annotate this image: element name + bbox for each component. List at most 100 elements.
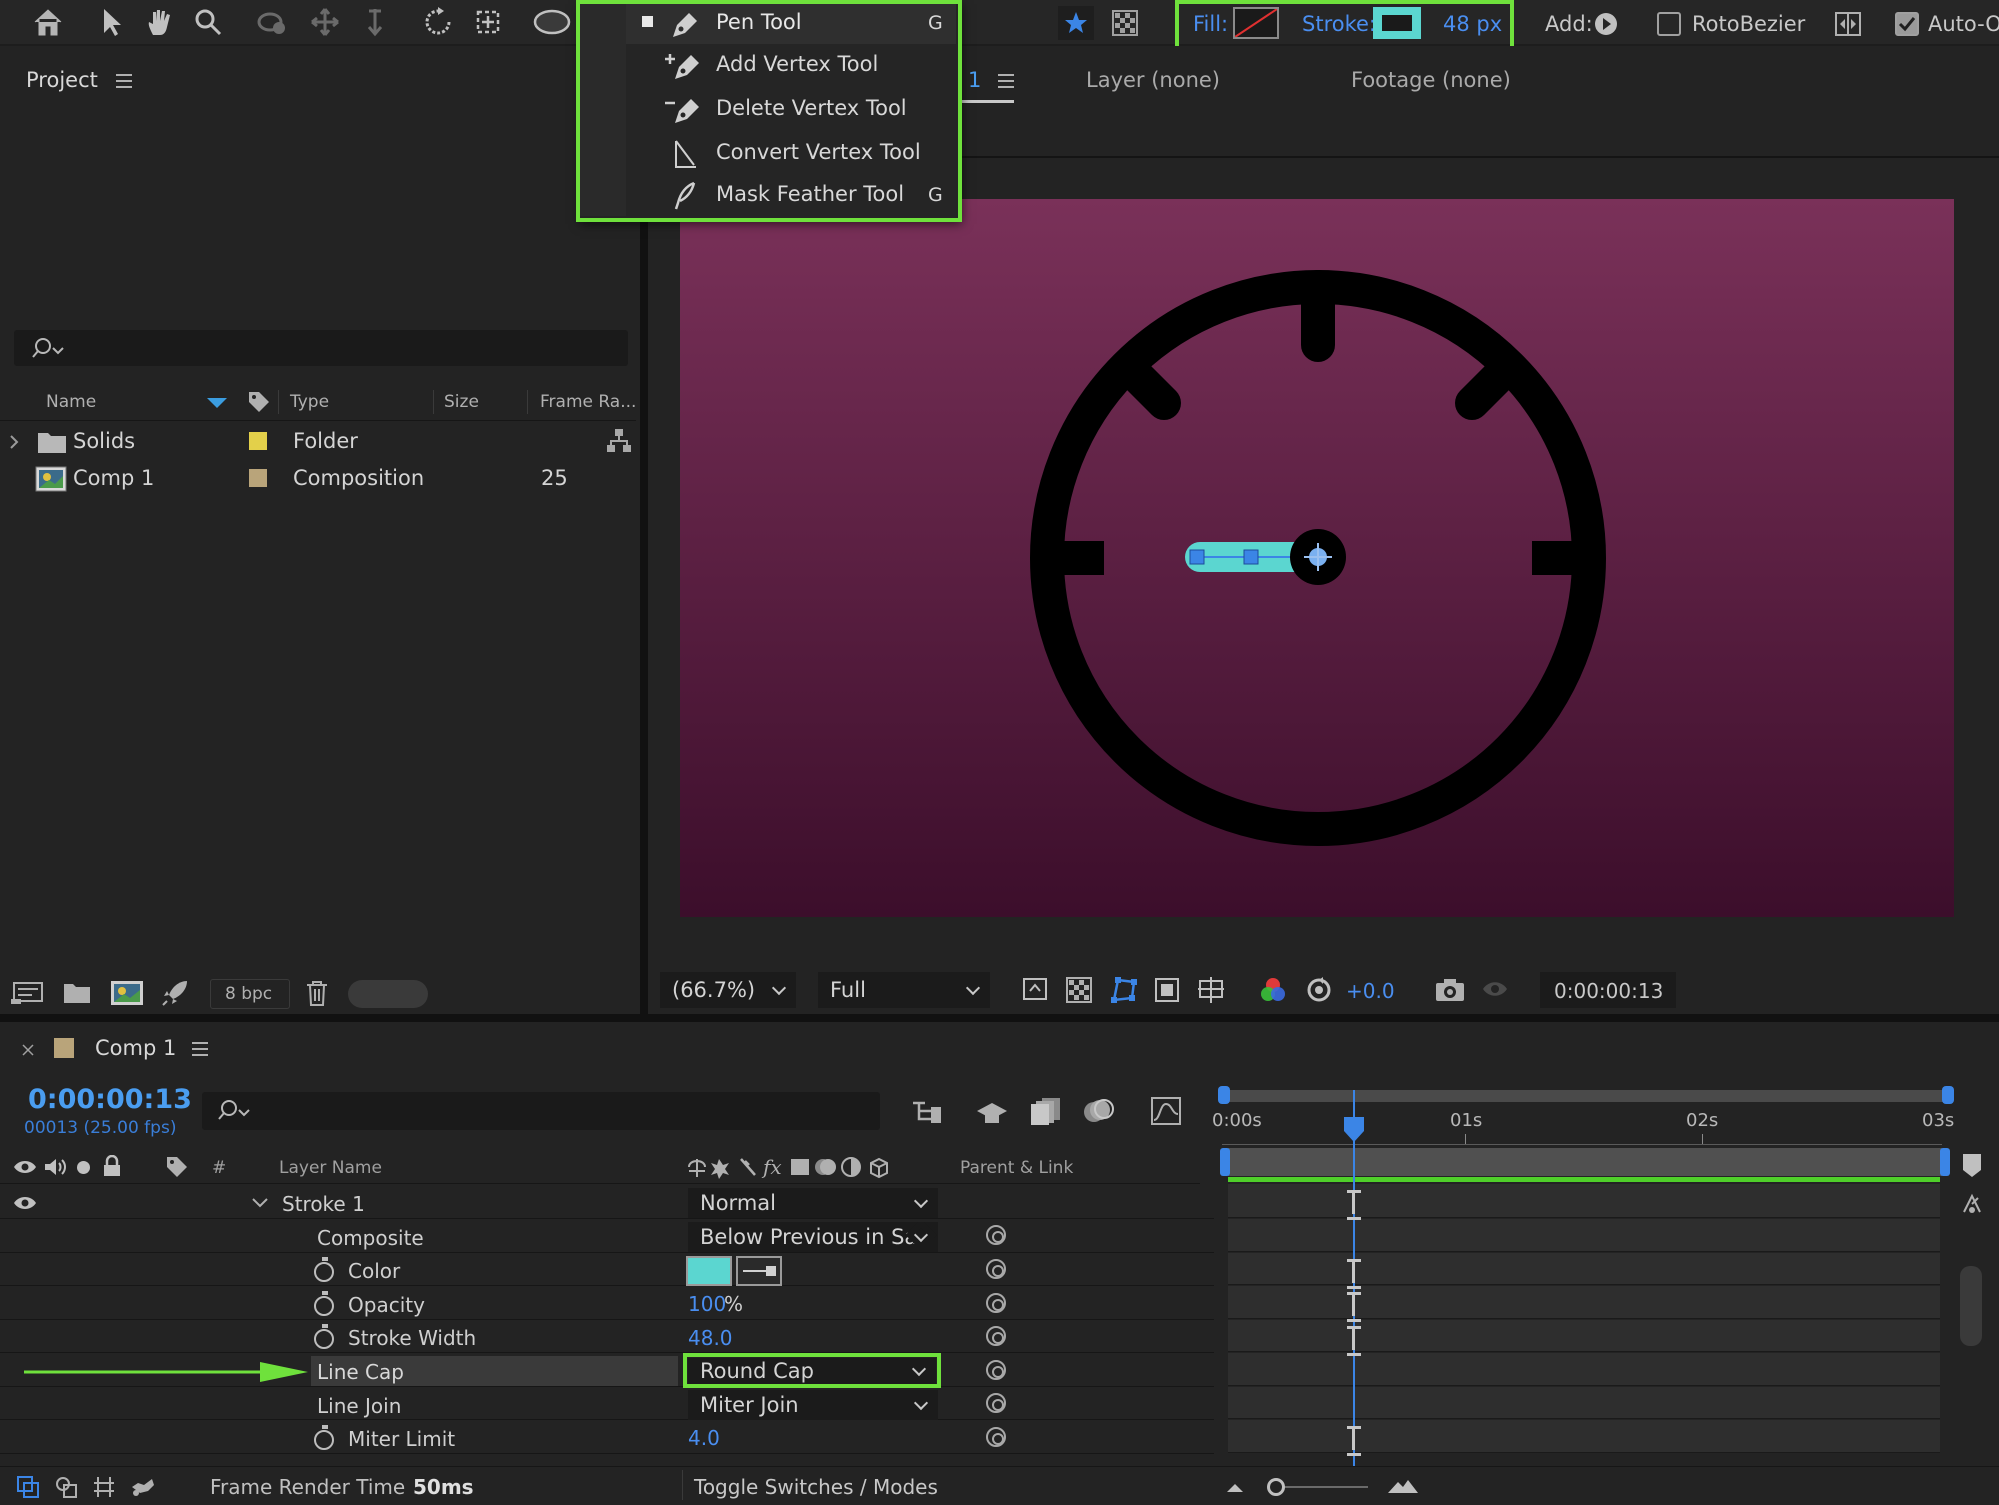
current-time[interactable]: 0:00:00:13 [28, 1084, 192, 1115]
preview-toggle-icon[interactable] [1018, 974, 1052, 1006]
toggle-switches-modes[interactable]: Toggle Switches / Modes [694, 1475, 938, 1499]
work-area-start[interactable] [1220, 1148, 1230, 1176]
lock-icon[interactable] [100, 1154, 124, 1178]
label-color-swatch[interactable] [249, 469, 267, 487]
menu-item-add-vertex[interactable]: Add Vertex Tool [626, 46, 956, 86]
viewer-menu-icon[interactable] [994, 70, 1018, 92]
stroke-swatch[interactable] [1373, 7, 1421, 39]
menu-item-pen-tool[interactable]: Pen Tool G [626, 4, 956, 44]
keyframe-marker[interactable] [1347, 1424, 1361, 1456]
draft-3d-icon[interactable] [972, 1094, 1012, 1128]
motion-blur-icon[interactable] [1078, 1094, 1118, 1128]
menu-item-delete-vertex[interactable]: Delete Vertex Tool [626, 90, 956, 130]
stroke-width-value[interactable]: 48 px [1443, 12, 1502, 36]
grid-guide-icon[interactable] [1194, 974, 1228, 1006]
col-type[interactable]: Type [290, 392, 329, 412]
rotation-tool-icon[interactable] [418, 6, 458, 38]
timeline-scrollbar[interactable] [1960, 1266, 1982, 1346]
sort-arrow-icon[interactable] [204, 394, 230, 412]
hand-tool-icon[interactable] [140, 6, 180, 38]
pickwhip-icon[interactable] [986, 1326, 1006, 1346]
pan-camera-icon[interactable] [305, 6, 345, 38]
navigator-start-handle[interactable] [1218, 1086, 1230, 1104]
menu-item-mask-feather[interactable]: Mask Feather Tool G [626, 176, 956, 216]
pickwhip-icon[interactable] [986, 1293, 1006, 1313]
timeline-zoom-slider-thumb[interactable] [1267, 1478, 1285, 1496]
transparency-toggle-icon[interactable] [1062, 974, 1096, 1006]
resolution-dropdown[interactable]: Full [818, 972, 990, 1008]
playhead-handle[interactable] [1342, 1114, 1366, 1144]
selection-tool-icon[interactable] [92, 6, 132, 38]
comp-marker-bin-icon[interactable] [1958, 1150, 1986, 1180]
transfer-controls-icon[interactable] [52, 1474, 80, 1500]
zoom-dropdown[interactable]: (66.7%) [660, 972, 796, 1008]
layer-eye-icon[interactable] [12, 1192, 38, 1214]
frame-blending-icon[interactable] [1026, 1094, 1066, 1128]
menu-item-convert-vertex[interactable]: Convert Vertex Tool [626, 134, 956, 174]
col-size[interactable]: Size [444, 392, 479, 412]
tab-layer[interactable]: Layer (none) [1086, 68, 1220, 92]
auto-open-checkbox[interactable] [1895, 12, 1919, 36]
layer-switches-icon[interactable] [14, 1474, 42, 1500]
col-layer-name[interactable]: Layer Name [279, 1158, 382, 1178]
tab-footage[interactable]: Footage (none) [1351, 68, 1511, 92]
label-tag-icon[interactable] [164, 1154, 190, 1180]
in-out-stretch-icon[interactable] [90, 1474, 118, 1500]
label-color-swatch[interactable] [249, 432, 267, 450]
collapse-chevron-icon[interactable] [250, 1194, 270, 1212]
zoom-out-mountain-icon[interactable] [1222, 1476, 1248, 1498]
pickwhip-icon[interactable] [986, 1427, 1006, 1447]
audio-speaker-icon[interactable] [42, 1156, 68, 1178]
composition-canvas[interactable] [680, 199, 1954, 917]
opacity-value[interactable]: 100 [688, 1292, 726, 1316]
keyframe-marker[interactable] [1347, 1257, 1361, 1289]
exposure-value[interactable]: +0.0 [1346, 979, 1395, 1003]
layer-duration-bar[interactable] [1228, 1177, 1940, 1182]
stroke-width-value[interactable]: 48.0 [688, 1326, 733, 1350]
project-menu-icon[interactable] [112, 70, 136, 92]
home-icon[interactable] [28, 6, 68, 38]
video-eye-icon[interactable] [12, 1156, 38, 1178]
mask-path-visibility-icon[interactable] [1106, 974, 1140, 1006]
composite-dropdown[interactable]: Below Previous in Sa [688, 1222, 938, 1252]
render-queue-rocket-icon[interactable] [158, 978, 192, 1008]
pickwhip-icon[interactable] [986, 1259, 1006, 1279]
needle-path-with-vertices[interactable] [1180, 519, 1380, 599]
miter-limit-value[interactable]: 4.0 [688, 1426, 720, 1450]
new-composition-icon[interactable] [108, 978, 146, 1008]
list-item[interactable]: Comp 1 Composition 25 [0, 461, 604, 497]
project-search-input[interactable] [14, 330, 628, 366]
ellipse-tool-icon[interactable] [530, 6, 574, 38]
marker-pin-icon[interactable] [1958, 1190, 1986, 1218]
keyframe-marker[interactable] [1347, 1188, 1361, 1220]
stopwatch-icon[interactable] [314, 1425, 334, 1450]
comp-tab-title[interactable]: Comp 1 [95, 1036, 176, 1060]
close-tab-icon[interactable] [18, 1040, 38, 1060]
label-tag-icon[interactable] [244, 388, 274, 416]
region-of-interest-icon[interactable] [1150, 974, 1184, 1006]
timeline-menu-icon[interactable] [188, 1038, 212, 1060]
rotobezier-checkbox[interactable] [1657, 12, 1681, 36]
trash-icon[interactable] [302, 978, 332, 1008]
flowchart-icon[interactable] [604, 426, 634, 456]
work-area-end[interactable] [1940, 1148, 1950, 1176]
new-folder-icon[interactable] [60, 978, 94, 1008]
composition-flowchart-icon[interactable] [908, 1094, 946, 1128]
render-time-icon[interactable] [128, 1474, 158, 1500]
pickwhip-icon[interactable] [986, 1393, 1006, 1413]
col-name[interactable]: Name [46, 392, 96, 412]
zoom-tool-icon[interactable] [188, 6, 228, 38]
solo-dot-icon[interactable] [77, 1161, 90, 1174]
orbit-camera-icon[interactable] [252, 6, 292, 38]
pickwhip-icon[interactable] [986, 1360, 1006, 1380]
navigator-end-handle[interactable] [1942, 1086, 1954, 1104]
blend-mode-dropdown[interactable]: Normal [688, 1188, 938, 1218]
stopwatch-icon[interactable] [314, 1257, 334, 1282]
show-snapshot-icon[interactable] [1478, 974, 1512, 1004]
graph-editor-icon[interactable] [1146, 1094, 1186, 1128]
eyedropper-icon[interactable] [736, 1256, 782, 1286]
zoom-in-mountain-icon[interactable] [1384, 1474, 1422, 1498]
reset-exposure-icon[interactable] [1302, 974, 1336, 1006]
expand-arrow-icon[interactable] [6, 432, 22, 452]
color-swatch[interactable] [686, 1256, 732, 1286]
